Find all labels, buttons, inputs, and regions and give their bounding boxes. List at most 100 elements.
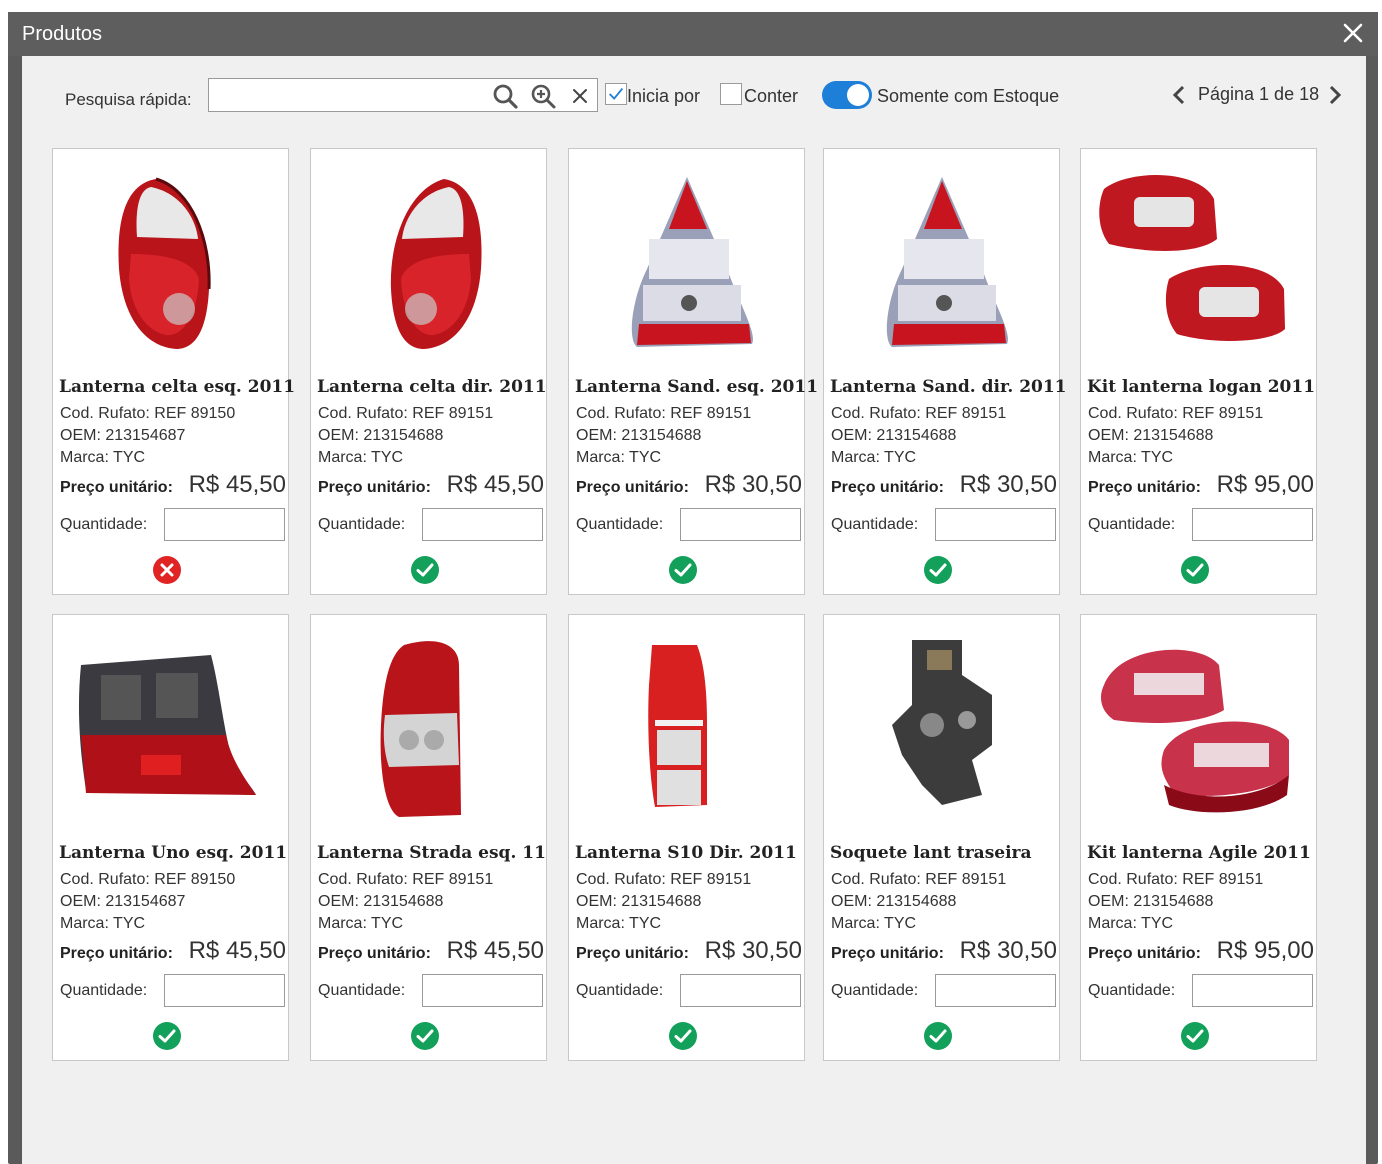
product-brand: Marca: TYC	[576, 449, 662, 466]
search-icon[interactable]	[491, 82, 519, 110]
close-icon[interactable]	[1340, 20, 1366, 46]
product-card[interactable]: Kit lanterna logan 2011 Cod. Rufato: REF …	[1080, 148, 1317, 595]
chevron-left-icon[interactable]	[1170, 85, 1188, 105]
product-code: Cod. Rufato: REF 89151	[1088, 405, 1264, 422]
product-image	[631, 177, 753, 347]
product-card[interactable]: Kit lanterna Agile 2011 Cod. Rufato: REF …	[1080, 614, 1317, 1061]
product-code: Cod. Rufato: REF 89151	[831, 405, 1007, 422]
quantity-input[interactable]	[1192, 974, 1313, 1007]
quantity-label: Quantidade:	[1088, 982, 1176, 999]
quantity-input[interactable]	[422, 974, 543, 1007]
product-brand: Marca: TYC	[831, 449, 917, 466]
window-titlebar[interactable]: Produtos	[8, 12, 1378, 56]
product-name: Lanterna S10 Dir. 2011	[575, 843, 797, 863]
price-label: Preço unitário:	[60, 945, 173, 962]
in-stock-check-icon	[1181, 1022, 1209, 1050]
quantity-input[interactable]	[680, 974, 801, 1007]
quantity-input[interactable]	[164, 508, 285, 541]
search-input[interactable]	[213, 83, 483, 107]
in-stock-check-icon	[1181, 556, 1209, 584]
product-oem: OEM: 213154687	[60, 427, 186, 444]
product-oem: OEM: 213154688	[576, 893, 702, 910]
product-card[interactable]: Lanterna Sand. esq. 2011 Cod. Rufato: REF…	[568, 148, 818, 595]
contains-label: Conter	[744, 86, 799, 106]
product-code: Cod. Rufato: REF 89151	[318, 871, 494, 888]
product-oem: OEM: 213154688	[318, 893, 444, 910]
price-label: Preço unitário:	[318, 479, 431, 496]
product-oem: OEM: 213154688	[318, 427, 444, 444]
product-image	[390, 179, 482, 349]
quantity-label: Quantidade:	[318, 982, 406, 999]
product-card[interactable]: Lanterna Strada esq. 11 Cod. Rufato: REF …	[310, 614, 547, 1061]
stock-only-toggle[interactable]	[822, 81, 872, 109]
quantity-input[interactable]	[935, 508, 1056, 541]
quantity-label: Quantidade:	[831, 982, 919, 999]
product-name: Lanterna Sand. esq. 2011	[575, 377, 819, 397]
product-oem: OEM: 213154688	[576, 427, 702, 444]
window-content: Pesquisa rápida: Inicia por Conter Somen…	[22, 56, 1366, 1164]
quantity-input[interactable]	[164, 974, 285, 1007]
price-value: R$ 95,00	[1216, 471, 1314, 498]
price-value: R$ 45,50	[446, 937, 544, 964]
product-code: Cod. Rufato: REF 89150	[60, 405, 236, 422]
product-name: Lanterna Uno esq. 2011	[59, 843, 288, 863]
product-name: Lanterna celta esq. 2011	[59, 377, 296, 397]
product-brand: Marca: TYC	[318, 915, 404, 932]
product-code: Cod. Rufato: REF 89151	[576, 871, 752, 888]
product-code: Cod. Rufato: REF 89151	[1088, 871, 1264, 888]
quantity-label: Quantidade:	[318, 516, 406, 533]
product-code: Cod. Rufato: REF 89151	[831, 871, 1007, 888]
out-of-stock-x-icon	[153, 556, 181, 584]
page-indicator: Página 1 de 18	[1198, 84, 1320, 104]
product-name: Kit lanterna Agile 2011	[1087, 843, 1311, 863]
price-label: Preço unitário:	[831, 479, 944, 496]
product-brand: Marca: TYC	[576, 915, 662, 932]
contains-checkbox[interactable]	[720, 83, 742, 105]
product-code: Cod. Rufato: REF 89151	[318, 405, 494, 422]
in-stock-check-icon	[411, 1022, 439, 1050]
price-value: R$ 30,50	[959, 471, 1057, 498]
in-stock-check-icon	[153, 1022, 181, 1050]
price-value: R$ 30,50	[704, 937, 802, 964]
price-value: R$ 45,50	[188, 471, 286, 498]
filter-toolbar: Pesquisa rápida: Inicia por Conter Somen…	[22, 56, 1366, 146]
product-image	[648, 645, 707, 807]
quantity-label: Quantidade:	[60, 516, 148, 533]
price-value: R$ 30,50	[704, 471, 802, 498]
clear-search-icon[interactable]	[566, 82, 594, 110]
product-image	[892, 640, 992, 805]
quantity-input[interactable]	[422, 508, 543, 541]
product-card[interactable]: Lanterna Sand. dir. 2011 Cod. Rufato: REF…	[823, 148, 1067, 595]
price-value: R$ 95,00	[1216, 937, 1314, 964]
product-card[interactable]: Lanterna celta dir. 2011 Cod. Rufato: REF…	[310, 148, 547, 595]
product-oem: OEM: 213154688	[1088, 427, 1214, 444]
product-image	[380, 641, 461, 817]
in-stock-check-icon	[669, 1022, 697, 1050]
product-brand: Marca: TYC	[318, 449, 404, 466]
product-image	[886, 177, 1008, 347]
product-code: Cod. Rufato: REF 89151	[576, 405, 752, 422]
price-label: Preço unitário:	[576, 479, 689, 496]
quantity-input[interactable]	[1192, 508, 1313, 541]
chevron-right-icon[interactable]	[1326, 85, 1344, 105]
advanced-search-icon[interactable]	[529, 82, 557, 110]
product-brand: Marca: TYC	[1088, 915, 1174, 932]
product-card[interactable]: Lanterna celta esq. 2011 Cod. Rufato: REF…	[52, 148, 295, 595]
product-card[interactable]: Lanterna S10 Dir. 2011 Cod. Rufato: REF 8…	[568, 614, 805, 1061]
quantity-input[interactable]	[680, 508, 801, 541]
product-brand: Marca: TYC	[60, 449, 146, 466]
price-label: Preço unitário:	[1088, 479, 1201, 496]
product-name: Lanterna Sand. dir. 2011	[830, 377, 1067, 397]
product-name: Soquete lant traseira	[830, 843, 1032, 863]
product-code: Cod. Rufato: REF 89150	[60, 871, 236, 888]
product-card[interactable]: Lanterna Uno esq. 2011 Cod. Rufato: REF 8…	[52, 614, 289, 1061]
product-name: Kit lanterna logan 2011	[1087, 377, 1316, 397]
starts-with-checkbox[interactable]	[605, 83, 627, 105]
product-card[interactable]: Soquete lant traseira Cod. Rufato: REF 89…	[823, 614, 1060, 1061]
product-oem: OEM: 213154688	[831, 893, 957, 910]
quantity-label: Quantidade:	[576, 516, 664, 533]
price-value: R$ 45,50	[446, 471, 544, 498]
quantity-input[interactable]	[935, 974, 1056, 1007]
search-box	[208, 78, 598, 112]
price-label: Preço unitário:	[576, 945, 689, 962]
